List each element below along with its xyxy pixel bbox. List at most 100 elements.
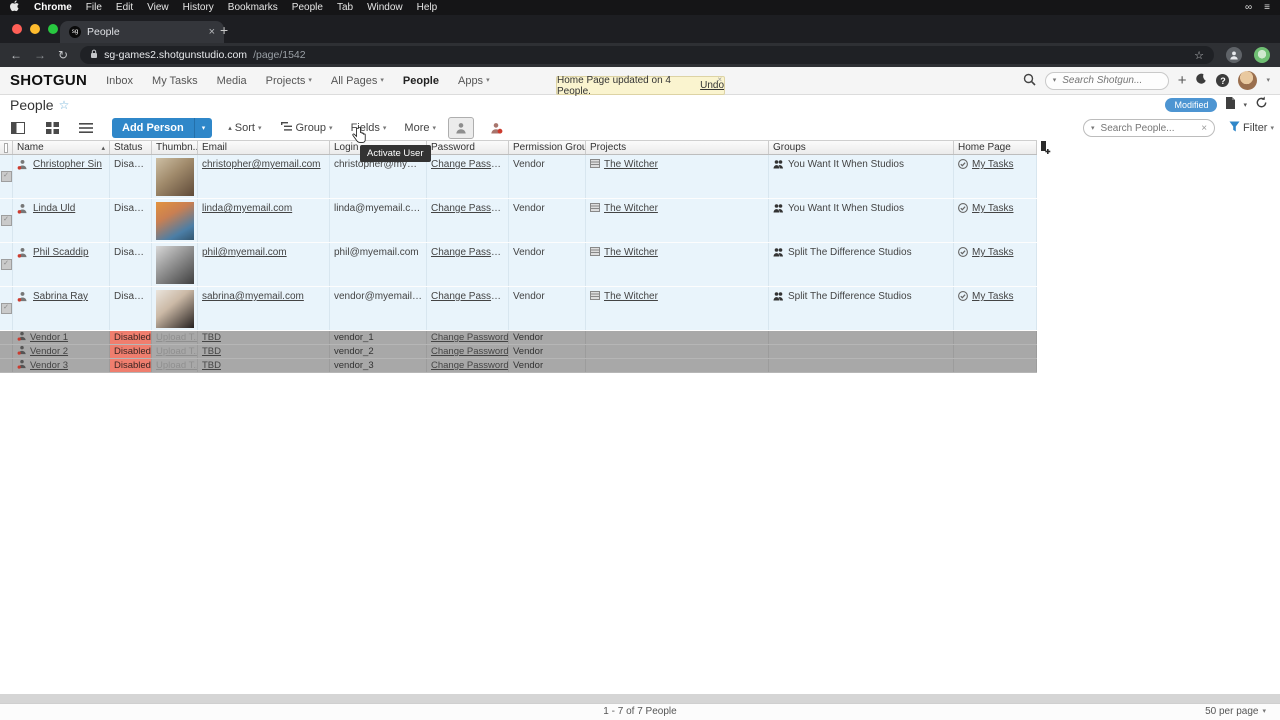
minimize-window-button[interactable]: [30, 24, 40, 34]
change-password-link[interactable]: Change Password: [431, 360, 508, 371]
refresh-icon[interactable]: [1255, 96, 1268, 114]
thumbnail-image[interactable]: [156, 158, 194, 196]
home-page-link[interactable]: My Tasks: [972, 159, 1014, 170]
upload-thumbnail-link[interactable]: Upload T...: [156, 332, 197, 343]
table-row[interactable]: Sabrina Ray Disabled sabrina@myemail.com…: [0, 287, 1037, 331]
nav-people[interactable]: People: [403, 75, 439, 87]
row-checkbox[interactable]: [0, 215, 12, 226]
column-header-permission-group[interactable]: Permission Group: [509, 141, 586, 154]
thumbnail-view-icon[interactable]: [40, 118, 64, 138]
browser-profile-icon[interactable]: [1226, 47, 1242, 63]
column-header-home-page[interactable]: Home Page: [954, 141, 1037, 154]
filter-button[interactable]: Filter: [1229, 121, 1274, 135]
change-password-link[interactable]: Change Password: [431, 159, 508, 170]
change-password-link[interactable]: Change Password: [431, 346, 508, 357]
home-page-link[interactable]: My Tasks: [972, 247, 1014, 258]
table-row[interactable]: Linda Uld Disabled linda@myemail.com lin…: [0, 199, 1037, 243]
thumbnail-image[interactable]: [156, 246, 194, 284]
change-password-link[interactable]: Change Password: [431, 291, 508, 302]
change-password-link[interactable]: Change Password: [431, 332, 508, 343]
menu-chrome[interactable]: Chrome: [34, 0, 72, 15]
add-column-icon[interactable]: [1040, 141, 1051, 159]
upload-thumbnail-link[interactable]: Upload T...: [156, 360, 197, 371]
row-checkbox[interactable]: [0, 171, 12, 182]
chevron-down-icon[interactable]: [1243, 102, 1247, 109]
nav-apps[interactable]: Apps: [458, 75, 490, 87]
help-icon[interactable]: ?: [1216, 74, 1230, 87]
project-link[interactable]: The Witcher: [604, 247, 658, 258]
home-page-link[interactable]: My Tasks: [972, 203, 1014, 214]
bookmark-star-icon[interactable]: [1194, 49, 1204, 62]
menu-history[interactable]: History: [183, 0, 214, 15]
column-header-status[interactable]: Status: [110, 141, 152, 154]
tab-close-icon[interactable]: [209, 27, 215, 38]
person-name-link[interactable]: Phil Scaddip: [33, 247, 89, 258]
home-page-link[interactable]: My Tasks: [972, 291, 1014, 302]
global-search-input[interactable]: [1060, 74, 1145, 87]
table-row-selected[interactable]: Vendor 2 Disabled Upload T... TBD vendor…: [0, 345, 1037, 359]
menu-help[interactable]: Help: [417, 0, 438, 15]
person-name-link[interactable]: Vendor 1: [30, 332, 68, 343]
menu-edit[interactable]: Edit: [116, 0, 133, 15]
screen-share-icon[interactable]: [1245, 2, 1252, 13]
menu-tab[interactable]: Tab: [337, 0, 353, 15]
shotgun-logo[interactable]: SHOTGUN: [10, 72, 87, 89]
zoom-window-button[interactable]: [48, 24, 58, 34]
project-link[interactable]: The Witcher: [604, 291, 658, 302]
person-name-link[interactable]: Vendor 3: [30, 360, 68, 371]
column-header-thumbnail[interactable]: Thumbn...: [152, 141, 198, 154]
email-link[interactable]: linda@myemail.com: [202, 203, 292, 214]
menu-view[interactable]: View: [147, 0, 169, 15]
select-all-checkbox[interactable]: [4, 142, 8, 153]
apple-menu-icon[interactable]: [10, 0, 20, 15]
person-name-link[interactable]: Sabrina Ray: [33, 291, 88, 302]
activate-user-button[interactable]: [448, 117, 474, 139]
nav-media[interactable]: Media: [217, 75, 247, 87]
search-icon[interactable]: [1023, 73, 1036, 89]
person-name-link[interactable]: Christopher Sin: [33, 159, 102, 170]
menu-bookmarks[interactable]: Bookmarks: [228, 0, 278, 15]
forward-icon[interactable]: [34, 49, 46, 61]
email-link[interactable]: christopher@myemail.com: [202, 159, 321, 170]
column-header-name[interactable]: Name: [13, 141, 110, 154]
group-button[interactable]: Group: [281, 122, 332, 134]
person-name-link[interactable]: Vendor 2: [30, 346, 68, 357]
new-tab-button[interactable]: [220, 22, 228, 38]
table-row[interactable]: Christopher Sin Disabled christopher@mye…: [0, 155, 1037, 199]
nav-my-tasks[interactable]: My Tasks: [152, 75, 198, 87]
menu-window[interactable]: Window: [367, 0, 403, 15]
column-header-email[interactable]: Email: [198, 141, 330, 154]
row-checkbox[interactable]: [0, 259, 12, 270]
email-link[interactable]: TBD: [202, 346, 221, 357]
column-header-groups[interactable]: Groups: [769, 141, 954, 154]
clear-search-icon[interactable]: [1201, 123, 1207, 134]
favorite-star-icon[interactable]: [59, 98, 70, 112]
close-window-button[interactable]: [12, 24, 22, 34]
table-row[interactable]: Phil Scaddip Disabled phil@myemail.com p…: [0, 243, 1037, 287]
dark-mode-moon-icon[interactable]: [1195, 73, 1207, 88]
email-link[interactable]: TBD: [202, 360, 221, 371]
column-header-password[interactable]: Password: [427, 141, 509, 154]
email-link[interactable]: phil@myemail.com: [202, 247, 287, 258]
chevron-down-icon[interactable]: [1266, 77, 1270, 84]
person-name-link[interactable]: Linda Uld: [33, 203, 75, 214]
sort-button[interactable]: Sort: [228, 122, 261, 134]
chevron-down-icon[interactable]: [1091, 125, 1095, 132]
user-avatar[interactable]: [1238, 71, 1258, 90]
add-person-button[interactable]: Add Person: [112, 118, 195, 138]
email-link[interactable]: TBD: [202, 332, 221, 343]
page-settings-icon[interactable]: [1225, 96, 1236, 114]
upload-thumbnail-link[interactable]: Upload T...: [156, 346, 197, 357]
list-view-icon[interactable]: [6, 118, 30, 138]
nav-inbox[interactable]: Inbox: [106, 75, 133, 87]
deactivate-user-button[interactable]: [484, 118, 508, 138]
per-page-selector[interactable]: 50 per page: [1205, 706, 1266, 717]
column-header-projects[interactable]: Projects: [586, 141, 769, 154]
project-link[interactable]: The Witcher: [604, 203, 658, 214]
add-person-dropdown-icon[interactable]: [194, 118, 213, 138]
toast-close-icon[interactable]: [717, 75, 722, 84]
email-link[interactable]: sabrina@myemail.com: [202, 291, 304, 302]
nav-projects[interactable]: Projects: [266, 75, 312, 87]
menu-file[interactable]: File: [86, 0, 102, 15]
thumbnail-image[interactable]: [156, 202, 194, 240]
